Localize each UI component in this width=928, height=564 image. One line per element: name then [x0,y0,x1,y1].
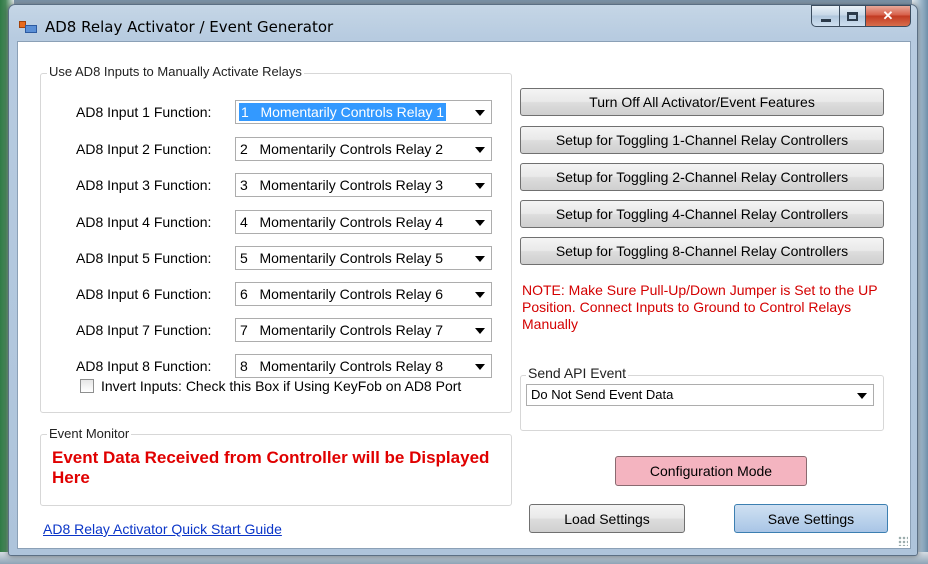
ad8-input-1-label: AD8 Input 1 Function: [76,104,212,120]
chevron-down-icon[interactable] [857,393,867,399]
resize-grip-icon[interactable] [898,536,908,546]
minimize-icon [820,18,831,22]
caption-buttons: ✕ [811,5,911,29]
setup-toggle-4ch-button[interactable]: Setup for Toggling 4-Channel Relay Contr… [520,200,884,228]
client-area: Use AD8 Inputs to Manually Activate Rela… [17,41,911,549]
minimize-button[interactable] [811,5,839,27]
setup-toggle-8ch-button[interactable]: Setup for Toggling 8-Channel Relay Contr… [520,237,884,265]
send-api-event-label: Send API Event [526,365,629,381]
ad8-input-4-function-value: 4 Momentarily Controls Relay 4 [240,214,444,230]
app-icon [19,19,37,33]
jumper-note: NOTE: Make Sure Pull-Up/Down Jumper is S… [522,282,894,342]
ad8-input-3-label: AD8 Input 3 Function: [76,177,212,193]
chevron-down-icon[interactable] [475,110,485,116]
ad8-input-2-function-value: 2 Momentarily Controls Relay 2 [240,141,444,157]
send-api-event-select[interactable]: Do Not Send Event Data [526,384,874,406]
ad8-input-3-function-select[interactable]: 3 Momentarily Controls Relay 3 [235,173,492,197]
ad8-input-1-function-select[interactable]: 1 Momentarily Controls Relay 1 [235,100,492,124]
ad8-input-6-function-value: 6 Momentarily Controls Relay 6 [240,286,444,302]
ad8-input-4-function-select[interactable]: 4 Momentarily Controls Relay 4 [235,210,492,234]
title-bar[interactable]: AD8 Relay Activator / Event Generator ✕ [9,5,917,41]
ad8-input-5-label: AD8 Input 5 Function: [76,250,212,266]
quick-start-guide-link[interactable]: AD8 Relay Activator Quick Start Guide [43,521,282,537]
close-button[interactable]: ✕ [865,5,911,27]
ad8-input-2-label: AD8 Input 2 Function: [76,141,212,157]
ad8-input-4-label: AD8 Input 4 Function: [76,214,212,230]
manual-activate-group-label: Use AD8 Inputs to Manually Activate Rela… [47,64,304,79]
ad8-input-2-function-select[interactable]: 2 Momentarily Controls Relay 2 [235,137,492,161]
ad8-input-7-function-select[interactable]: 7 Momentarily Controls Relay 7 [235,318,492,342]
event-monitor-text: Event Data Received from Controller will… [48,446,496,500]
setup-toggle-2ch-button[interactable]: Setup for Toggling 2-Channel Relay Contr… [520,163,884,191]
setup-toggle-1ch-button[interactable]: Setup for Toggling 1-Channel Relay Contr… [520,126,884,154]
chevron-down-icon[interactable] [475,256,485,262]
maximize-icon [847,11,858,21]
ad8-input-7-label: AD8 Input 7 Function: [76,322,212,338]
ad8-input-3-function-value: 3 Momentarily Controls Relay 3 [240,177,444,193]
app-window: AD8 Relay Activator / Event Generator ✕ … [8,4,918,556]
ad8-input-8-function-select[interactable]: 8 Momentarily Controls Relay 8 [235,354,492,378]
chevron-down-icon[interactable] [475,364,485,370]
ad8-input-7-function-value: 7 Momentarily Controls Relay 7 [240,322,444,338]
invert-inputs-checkbox[interactable] [80,379,94,393]
chevron-down-icon[interactable] [475,220,485,226]
window-title: AD8 Relay Activator / Event Generator [45,18,334,36]
chevron-down-icon[interactable] [475,328,485,334]
save-settings-button[interactable]: Save Settings [734,504,888,533]
chevron-down-icon[interactable] [475,292,485,298]
ad8-input-6-label: AD8 Input 6 Function: [76,286,212,302]
chevron-down-icon[interactable] [475,147,485,153]
ad8-input-5-function-select[interactable]: 5 Momentarily Controls Relay 5 [235,246,492,270]
invert-inputs-label: Invert Inputs: Check this Box if Using K… [101,378,462,394]
configuration-mode-button[interactable]: Configuration Mode [615,456,807,486]
ad8-input-6-function-select[interactable]: 6 Momentarily Controls Relay 6 [235,282,492,306]
event-monitor-label: Event Monitor [47,426,132,441]
ad8-input-1-function-value: 1 Momentarily Controls Relay 1 [239,103,447,121]
ad8-input-5-function-value: 5 Momentarily Controls Relay 5 [240,250,444,266]
close-icon: ✕ [882,8,894,23]
chevron-down-icon[interactable] [475,183,485,189]
send-api-event-value: Do Not Send Event Data [531,387,674,402]
maximize-button[interactable] [839,5,865,27]
load-settings-button[interactable]: Load Settings [529,504,685,533]
ad8-input-8-function-value: 8 Momentarily Controls Relay 8 [240,358,444,374]
ad8-input-8-label: AD8 Input 8 Function: [76,358,212,374]
turn-off-all-button[interactable]: Turn Off All Activator/Event Features [520,88,884,116]
